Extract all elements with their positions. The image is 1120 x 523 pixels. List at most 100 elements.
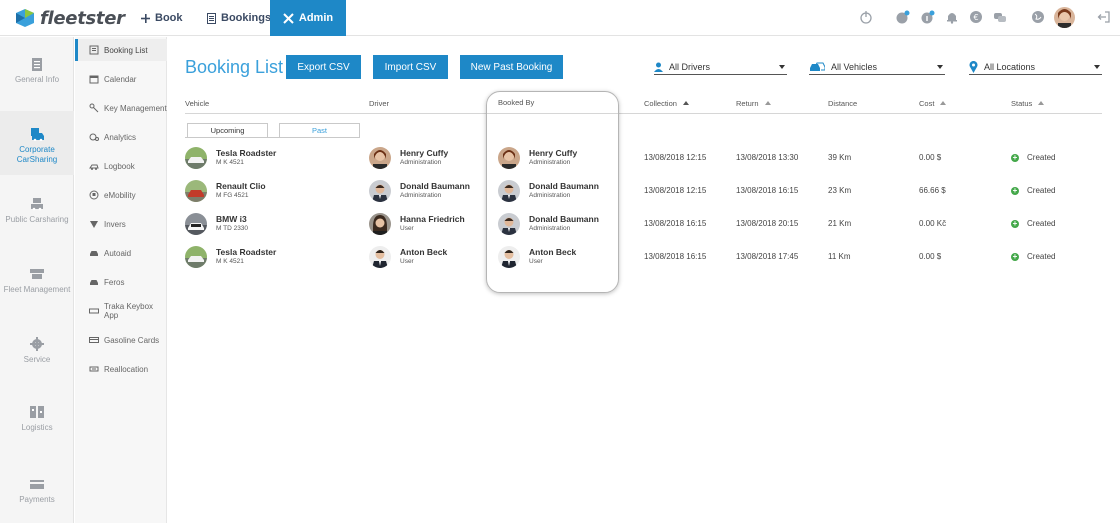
- sort-up-icon: [682, 101, 689, 105]
- globe-icon[interactable]: [1031, 10, 1045, 24]
- submenu-autoaid[interactable]: Autoaid: [75, 242, 167, 264]
- topnav-bookings[interactable]: Bookings: [207, 0, 271, 36]
- rail-item-general-info[interactable]: General Info: [0, 55, 74, 95]
- submenu-feros[interactable]: Feros: [75, 271, 167, 293]
- cost-cell: 0.00 $: [919, 252, 942, 261]
- submenu-reallocation[interactable]: Reallocation: [75, 358, 167, 380]
- column-collection[interactable]: Collection: [644, 99, 689, 108]
- sort-up-icon: [1038, 101, 1045, 105]
- driver-name: Anton Beck: [400, 246, 448, 257]
- vehicle-cell: Renault Clio M FG 4521: [185, 174, 266, 207]
- column-cost[interactable]: Cost: [919, 99, 947, 108]
- driver-avatar: [369, 245, 391, 268]
- submenu-traka-keybox-app[interactable]: Traka Keybox App: [75, 300, 167, 322]
- column-distance[interactable]: Distance: [828, 99, 857, 108]
- brand-logo[interactable]: fleetster: [14, 7, 125, 29]
- return-cell: 13/08/2018 16:15: [736, 186, 799, 195]
- power-icon[interactable]: [859, 10, 873, 24]
- rail-item-corporate-carsharing[interactable]: Corporate CarSharing: [0, 111, 74, 175]
- rail-item-label: Corporate CarSharing: [16, 145, 58, 164]
- submenu-label: Gasoline Cards: [104, 335, 160, 345]
- distance-cell: 21 Km: [828, 219, 852, 228]
- vehicle-plate: M K 4521: [216, 158, 244, 166]
- tab-past[interactable]: Past: [279, 123, 360, 137]
- card-icon: [89, 335, 99, 345]
- clipboard-icon: [29, 57, 45, 71]
- submenu-label: Booking List: [104, 45, 148, 55]
- cars-icon: [809, 62, 825, 72]
- vehicle-plate: M TD 2330: [216, 224, 249, 232]
- column-status[interactable]: Status: [1011, 99, 1045, 108]
- table-row[interactable]: Tesla Roadster M K 4521 Anton Beck User An…: [185, 240, 1102, 273]
- export-csv-button[interactable]: Export CSV: [286, 55, 361, 79]
- wrench-icon: [283, 12, 294, 24]
- logbook-icon: [89, 161, 99, 171]
- vehicles-filter[interactable]: All Vehicles: [809, 59, 945, 75]
- person-icon: [654, 62, 663, 72]
- topnav-admin[interactable]: Admin: [270, 0, 346, 36]
- submenu-booking-list[interactable]: Booking List: [75, 39, 167, 61]
- submenu-emobility[interactable]: eMobility: [75, 184, 167, 206]
- rail-item-label: General Info: [14, 75, 60, 84]
- column-vehicle[interactable]: Vehicle: [185, 99, 209, 108]
- notification-alert-icon[interactable]: [896, 10, 910, 24]
- driver-role: Administration: [400, 158, 442, 166]
- submenu-calendar[interactable]: Calendar: [75, 68, 167, 90]
- submenu-logbook[interactable]: Logbook: [75, 155, 167, 177]
- driver-role: Administration: [400, 191, 442, 199]
- chat-icon[interactable]: [993, 10, 1007, 24]
- rail-item-service[interactable]: Service: [0, 337, 74, 367]
- collection-cell: 13/08/2018 12:15: [644, 153, 707, 162]
- bell-icon[interactable]: [945, 10, 959, 24]
- table-row[interactable]: BMW i3 M TD 2330 Hanna Friedrich User Dona…: [185, 207, 1102, 240]
- submenu-label: Calendar: [104, 74, 137, 84]
- rail-item-logistics[interactable]: Logistics: [0, 405, 74, 435]
- rail-item-payments[interactable]: Payments: [0, 477, 74, 507]
- rail-item-label: Payments: [19, 495, 55, 504]
- driver-avatar: [369, 212, 391, 235]
- vehicle-name: BMW i3: [216, 213, 247, 224]
- euro-icon[interactable]: €: [969, 10, 983, 24]
- vehicle-plate: M FG 4521: [216, 191, 249, 199]
- column-return[interactable]: Return: [736, 99, 771, 108]
- drivers-filter[interactable]: All Drivers: [654, 59, 787, 75]
- submenu-gasoline-cards[interactable]: Gasoline Cards: [75, 329, 167, 351]
- topnav-book[interactable]: Book: [141, 0, 183, 36]
- new-past-booking-button[interactable]: New Past Booking: [460, 55, 563, 79]
- import-csv-button[interactable]: Import CSV: [373, 55, 448, 79]
- status-plus-icon: +: [1011, 218, 1019, 228]
- column-driver[interactable]: Driver: [369, 99, 389, 108]
- cost-cell: 0.00 $: [919, 153, 942, 162]
- sort-up-icon: [940, 101, 947, 105]
- info-alert-icon[interactable]: [921, 10, 935, 24]
- rail-item-fleet-management[interactable]: Fleet Management: [0, 267, 74, 307]
- distance-cell: 11 Km: [828, 252, 851, 261]
- rail-item-public-carsharing[interactable]: Public Carsharing: [0, 197, 74, 237]
- vehicle-cell: Tesla Roadster M K 4521: [185, 240, 276, 273]
- status-plus-icon: +: [1011, 185, 1019, 195]
- return-cell: 13/08/2018 13:30: [736, 153, 799, 162]
- brand-name: fleetster: [40, 7, 125, 29]
- tab-upcoming[interactable]: Upcoming: [187, 123, 268, 137]
- calendar-icon: [89, 74, 99, 84]
- module-rail: General Info Corporate CarSharing Public…: [0, 37, 74, 523]
- submenu-key-management[interactable]: Key Management: [75, 97, 167, 119]
- rail-item-label: Logistics: [21, 423, 53, 432]
- submenu-label: Logbook: [104, 161, 135, 171]
- submenu-invers[interactable]: Invers: [75, 213, 167, 235]
- status-cell: + Created: [1011, 141, 1055, 174]
- document-icon: [207, 12, 216, 24]
- gear-icon: [29, 337, 45, 351]
- logout-icon[interactable]: [1097, 10, 1111, 24]
- booked-by-highlight: [486, 91, 619, 293]
- table-row[interactable]: Renault Clio M FG 4521 Donald Baumann Admi…: [185, 174, 1102, 207]
- rail-item-label: Fleet Management: [3, 285, 71, 294]
- locations-filter[interactable]: All Locations: [969, 59, 1102, 75]
- user-avatar[interactable]: [1054, 7, 1075, 28]
- table-row[interactable]: Tesla Roadster M K 4521 Henry Cuffy Admini…: [185, 141, 1102, 174]
- cost-cell: 0.00 Kč: [919, 219, 947, 228]
- submenu-label: Key Management: [104, 103, 167, 113]
- submenu-analytics[interactable]: Analytics: [75, 126, 167, 148]
- invers-icon: [89, 219, 99, 229]
- vehicle-thumbnail: [185, 212, 207, 235]
